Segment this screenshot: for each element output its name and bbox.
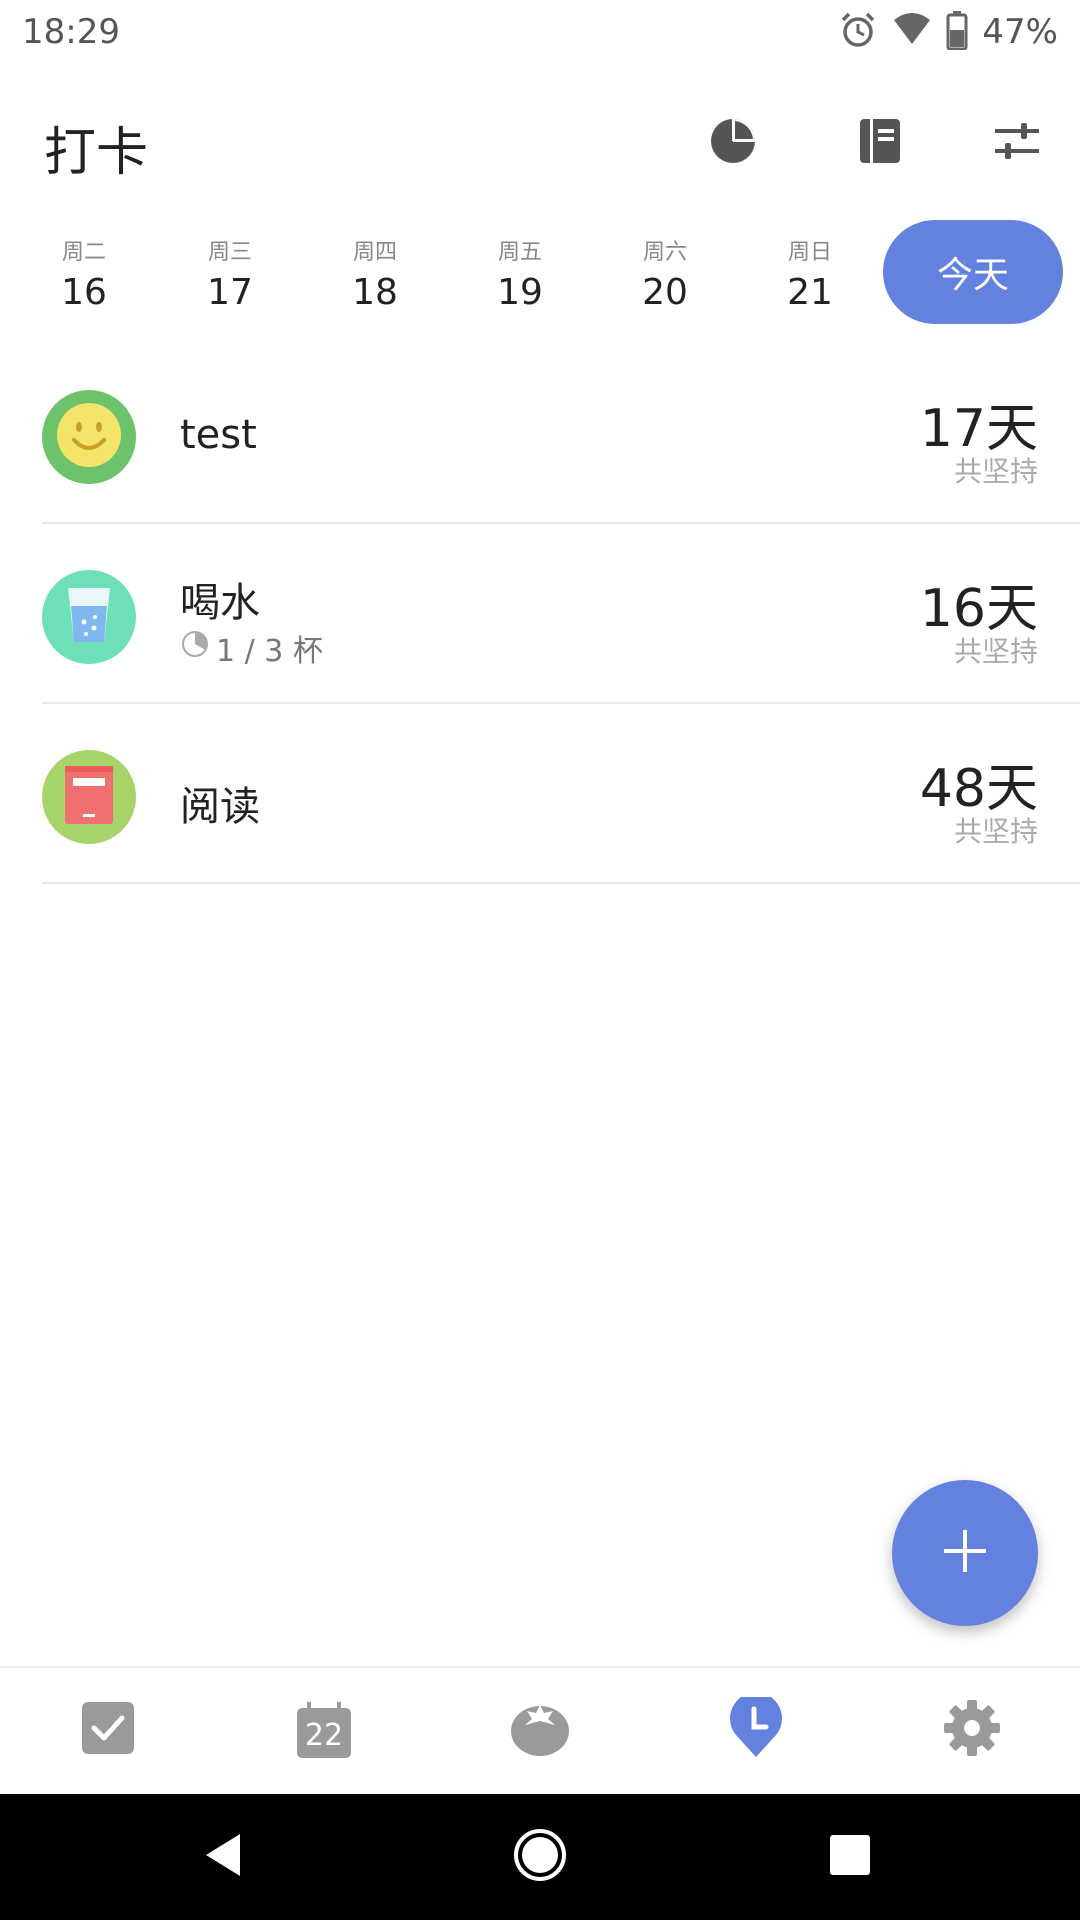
habit-avatar[interactable] (42, 390, 136, 484)
nav-pomodoro[interactable] (500, 1690, 580, 1770)
nav-tasks[interactable] (68, 1690, 148, 1770)
water-glass-icon (64, 584, 114, 650)
clock-pin-icon (728, 1692, 784, 1763)
back-button[interactable] (192, 1824, 258, 1890)
divider (42, 882, 1080, 884)
habit-progress-text: 1 / 3 杯 (216, 634, 323, 669)
gear-icon (942, 1698, 1002, 1762)
checkbox-icon (80, 1700, 136, 1760)
weekday-label: 周四 (352, 240, 397, 265)
status-bar: 18:29 47% (0, 0, 1080, 64)
habit-avatar[interactable] (42, 570, 136, 664)
habit-days-label: 共坚持 (953, 635, 1038, 668)
date-number: 17 (207, 272, 253, 313)
day-thu[interactable]: 周四 18 (320, 218, 430, 313)
day-sat[interactable]: 周六 20 (610, 218, 720, 313)
notebook-icon (858, 117, 902, 169)
back-triangle-icon (200, 1830, 250, 1884)
habit-item-reading[interactable]: 阅读 48天 共坚持 (0, 706, 1080, 884)
wifi-icon (892, 12, 932, 52)
alarm-icon (838, 10, 878, 54)
day-sun[interactable]: 周日 21 (755, 218, 865, 313)
battery-percent: 47% (982, 12, 1058, 52)
smiley-icon (54, 400, 124, 474)
divider (42, 702, 1080, 704)
system-nav-bar (0, 1794, 1080, 1920)
calendar-day-number: 22 (304, 1718, 344, 1753)
home-button[interactable] (507, 1824, 573, 1890)
habit-days-label: 共坚持 (953, 815, 1038, 848)
habit-progress: 1 / 3 杯 (180, 626, 323, 670)
day-fri[interactable]: 周五 19 (465, 218, 575, 313)
habit-item-water[interactable]: 喝水 1 / 3 杯 16天 共坚持 (0, 526, 1080, 704)
status-icons: 47% (838, 10, 1058, 54)
day-wed[interactable]: 周三 17 (175, 218, 285, 313)
habit-item-test[interactable]: test 17天 共坚持 (0, 346, 1080, 524)
app-header: 打卡 (0, 80, 1080, 200)
weekday-label: 周三 (207, 240, 252, 265)
date-number: 20 (642, 272, 688, 313)
battery-icon (946, 10, 968, 54)
bottom-nav: 22 (0, 1666, 1080, 1794)
nav-calendar[interactable]: 22 (284, 1690, 364, 1770)
habit-name: 喝水 (180, 580, 260, 626)
tomato-icon (509, 1699, 571, 1761)
day-tue[interactable]: 周二 16 (29, 218, 139, 313)
habit-name: 阅读 (180, 784, 260, 830)
book-icon (63, 764, 115, 830)
recents-button[interactable] (817, 1824, 883, 1890)
date-number: 18 (352, 272, 398, 313)
habit-avatar[interactable] (42, 750, 136, 844)
calendar-icon: 22 (295, 1700, 353, 1760)
pie-chart-icon (709, 117, 757, 169)
weekday-label: 周六 (642, 240, 687, 265)
habit-name: test (180, 412, 257, 458)
recents-square-icon (828, 1833, 872, 1881)
add-habit-button[interactable] (892, 1480, 1038, 1626)
page-title: 打卡 (44, 123, 149, 183)
date-number: 16 (61, 272, 107, 313)
today-button[interactable]: 今天 (883, 220, 1063, 324)
date-strip: 周二 16 周三 17 周四 18 周五 19 周六 20 周日 21 今天 (0, 218, 1080, 328)
weekday-label: 周日 (787, 240, 832, 265)
weekday-label: 周二 (61, 240, 106, 265)
divider (42, 522, 1080, 524)
records-button[interactable] (845, 108, 915, 178)
date-number: 21 (787, 272, 833, 313)
nav-checkin[interactable] (716, 1690, 796, 1770)
progress-pie-icon (180, 629, 210, 667)
filter-button[interactable] (982, 108, 1052, 178)
plus-icon (940, 1526, 990, 1580)
weekday-label: 周五 (497, 240, 542, 265)
statistics-button[interactable] (698, 108, 768, 178)
habit-days-label: 共坚持 (953, 455, 1038, 488)
status-time: 18:29 (22, 12, 120, 52)
sliders-icon (993, 121, 1041, 165)
nav-settings[interactable] (932, 1690, 1012, 1770)
home-circle-icon (512, 1827, 568, 1887)
date-number: 19 (497, 272, 543, 313)
